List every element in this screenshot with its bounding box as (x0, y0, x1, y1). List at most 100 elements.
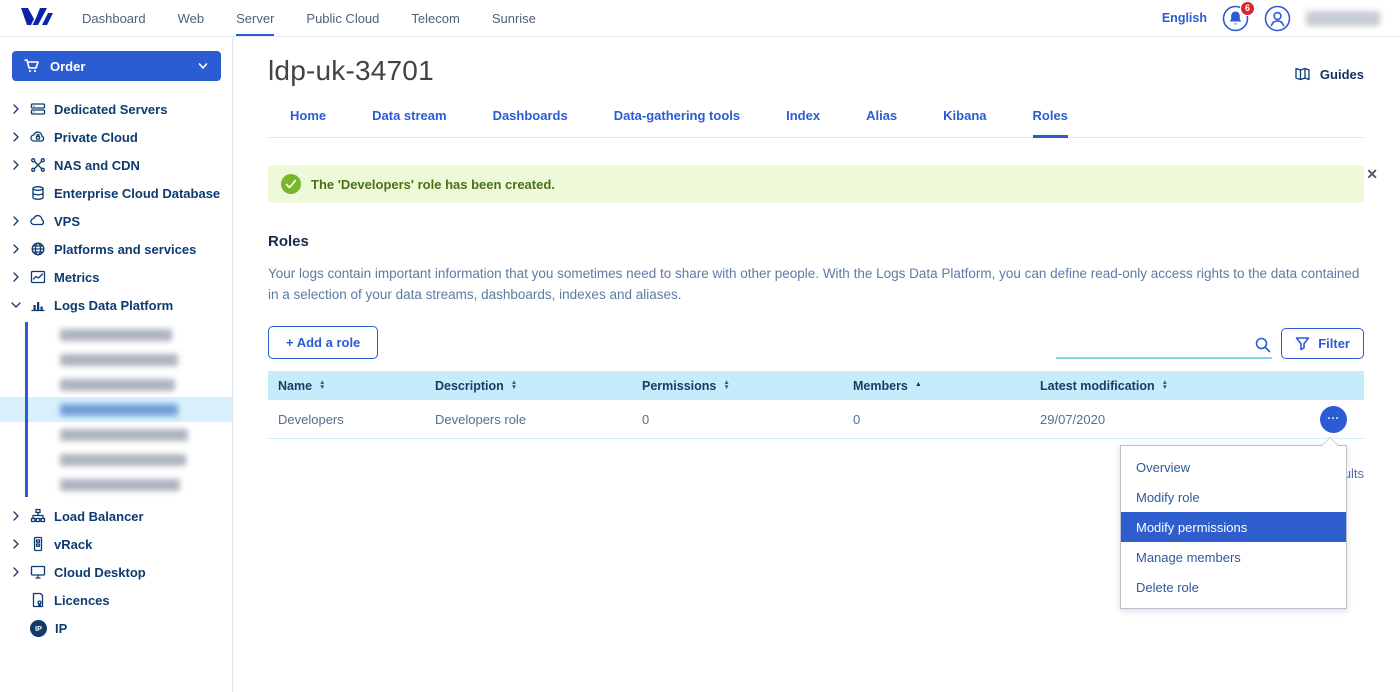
topnav-item-telecom[interactable]: Telecom (411, 0, 459, 36)
guides-label: Guides (1320, 67, 1364, 82)
main-content: ldp-uk-34701 Guides Home Data stream Das… (233, 37, 1400, 692)
tab-data-stream[interactable]: Data stream (372, 99, 446, 138)
chevron-down-icon (10, 299, 22, 311)
column-header-permissions[interactable]: Permissions▲▼ (642, 379, 853, 393)
close-icon[interactable]: ✕ (1366, 166, 1378, 183)
tab-index[interactable]: Index (786, 99, 820, 138)
service-tabs: Home Data stream Dashboards Data-gatheri… (268, 99, 1364, 138)
sidebar-item-label: Licences (54, 593, 110, 608)
table-row: Developers Developers role 0 0 29/07/202… (268, 400, 1364, 439)
cell-description: Developers role (435, 412, 642, 427)
sidebar-item-label: vRack (54, 537, 92, 552)
tab-home[interactable]: Home (290, 99, 326, 138)
menu-item-modify-permissions[interactable]: Modify permissions (1121, 512, 1346, 542)
order-button-label: Order (50, 59, 85, 74)
topnav-item-web[interactable]: Web (178, 0, 205, 36)
order-button[interactable]: Order (12, 51, 221, 81)
sidebar-item-platforms-and-services[interactable]: Platforms and services (0, 235, 232, 263)
sidebar-subitem-redacted[interactable] (0, 422, 232, 447)
sidebar-item-label: VPS (54, 214, 80, 229)
sort-icon: ▲▼ (511, 381, 517, 390)
column-label: Members (853, 379, 908, 393)
guides-button[interactable]: Guides (1294, 61, 1364, 87)
private-cloud-icon (30, 129, 46, 145)
sidebar-item-logs-data-platform[interactable]: Logs Data Platform (0, 291, 232, 319)
chevron-right-icon (10, 159, 22, 171)
tab-kibana[interactable]: Kibana (943, 99, 986, 138)
search-icon[interactable] (1254, 336, 1272, 354)
sidebar-subitem-redacted[interactable] (0, 472, 232, 497)
sidebar-subitem-redacted[interactable] (0, 347, 232, 372)
sidebar-item-private-cloud[interactable]: Private Cloud (0, 123, 232, 151)
tab-alias[interactable]: Alias (866, 99, 897, 138)
tab-roles[interactable]: Roles (1033, 99, 1068, 138)
notifications-button[interactable]: 6 (1222, 5, 1249, 32)
sidebar-item-label: Metrics (54, 270, 100, 285)
language-selector[interactable]: English (1162, 11, 1207, 25)
row-actions-menu: Overview Modify role Modify permissions … (1120, 445, 1347, 609)
bar-chart-icon (30, 297, 46, 313)
account-username-redacted[interactable] (1306, 11, 1380, 26)
sidebar-item-label: NAS and CDN (54, 158, 140, 173)
sidebar-item-load-balancer[interactable]: Load Balancer (0, 502, 232, 530)
load-balancer-icon (30, 508, 46, 524)
roles-toolbar: + Add a role Filter (268, 326, 1364, 359)
sidebar-item-vrack[interactable]: vRack (0, 530, 232, 558)
rack-icon (30, 536, 46, 552)
sidebar-item-enterprise-cloud-database[interactable]: Enterprise Cloud Database (0, 179, 232, 207)
logs-data-platform-subtree (0, 322, 232, 497)
menu-item-manage-members[interactable]: Manage members (1121, 542, 1346, 572)
sidebar-item-vps[interactable]: VPS (0, 207, 232, 235)
column-label: Description (435, 379, 504, 393)
column-header-description[interactable]: Description ▲▼ (435, 379, 642, 393)
sidebar-subitem-redacted[interactable] (0, 372, 232, 397)
sidebar-subitem-redacted-selected[interactable] (0, 397, 232, 422)
cloud-icon (30, 213, 46, 229)
sidebar-item-nas-and-cdn[interactable]: NAS and CDN (0, 151, 232, 179)
ovh-logo[interactable] (18, 0, 56, 36)
column-header-latest-modification[interactable]: Latest modification ▲▼ (1040, 379, 1290, 393)
column-label: Name (278, 379, 312, 393)
menu-item-overview[interactable]: Overview (1121, 452, 1346, 482)
column-label: Latest modification (1040, 379, 1155, 393)
topnav-item-sunrise[interactable]: Sunrise (492, 0, 536, 36)
account-button[interactable] (1264, 5, 1291, 32)
sidebar-item-label: Enterprise Cloud Database (54, 186, 220, 201)
topnav-item-dashboard[interactable]: Dashboard (82, 0, 146, 36)
add-role-button[interactable]: + Add a role (268, 326, 378, 359)
topnav-item-server[interactable]: Server (236, 0, 274, 36)
row-actions-button[interactable]: ... (1320, 406, 1347, 433)
tab-data-gathering-tools[interactable]: Data-gathering tools (614, 99, 740, 138)
notification-badge: 6 (1240, 1, 1255, 16)
page-title: ldp-uk-34701 (268, 55, 434, 87)
redacted-text (60, 429, 188, 441)
sidebar-item-metrics[interactable]: Metrics (0, 263, 232, 291)
sidebar-subitem-redacted[interactable] (0, 322, 232, 347)
sidebar-item-dedicated-servers[interactable]: Dedicated Servers (0, 95, 232, 123)
sort-icon: ▲▼ (319, 381, 325, 390)
sidebar-item-label: IP (55, 621, 67, 636)
column-header-members[interactable]: Members▲ (853, 379, 1040, 393)
success-message: The 'Developers' role has been created. (311, 177, 555, 192)
tab-dashboards[interactable]: Dashboards (493, 99, 568, 138)
filter-button[interactable]: Filter (1281, 328, 1364, 359)
cell-members: 0 (853, 412, 1040, 427)
sidebar-subitem-redacted[interactable] (0, 447, 232, 472)
sidebar-menu: Dedicated Servers Private Cloud NAS and … (0, 95, 232, 643)
success-check-icon (281, 174, 301, 194)
server-icon (30, 101, 46, 117)
sidebar-item-licences[interactable]: Licences (0, 586, 232, 614)
topnav-item-public-cloud[interactable]: Public Cloud (306, 0, 379, 36)
search-input[interactable] (1056, 338, 1254, 353)
redacted-text (60, 404, 178, 416)
chevron-right-icon (10, 103, 22, 115)
sidebar-item-label: Logs Data Platform (54, 298, 173, 313)
sidebar-item-cloud-desktop[interactable]: Cloud Desktop (0, 558, 232, 586)
sidebar-item-label: Load Balancer (54, 509, 144, 524)
menu-item-delete-role[interactable]: Delete role (1121, 572, 1346, 602)
column-header-name[interactable]: Name ▲▼ (278, 379, 435, 393)
network-icon (30, 157, 46, 173)
sidebar-item-ip[interactable]: IP IP (0, 614, 232, 643)
menu-item-modify-role[interactable]: Modify role (1121, 482, 1346, 512)
sort-icon: ▲▼ (1162, 381, 1168, 390)
